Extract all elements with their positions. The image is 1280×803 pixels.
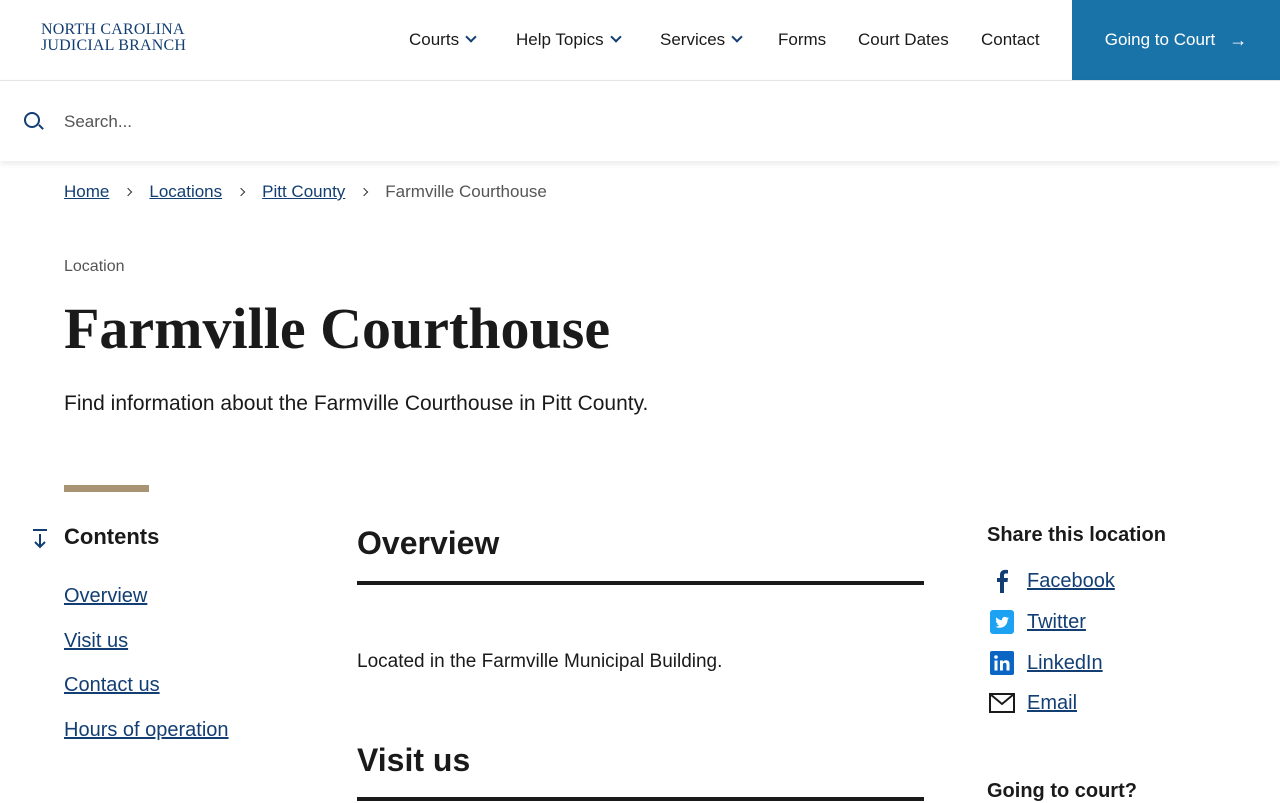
arrow-right-icon: →: [1229, 29, 1248, 50]
nav-services-label: Services: [660, 30, 726, 49]
breadcrumb-locations[interactable]: Locations: [149, 182, 222, 202]
nav-court-dates[interactable]: Court Dates: [858, 30, 949, 50]
site-logo[interactable]: NORTH CAROLINA JUDICIAL BRANCH: [41, 22, 186, 54]
chevron-down-icon: [731, 31, 743, 43]
toc-link-overview[interactable]: Overview: [64, 585, 147, 608]
email-icon: [987, 690, 1017, 716]
share-linkedin[interactable]: LinkedIn: [987, 650, 1103, 676]
search-icon[interactable]: [24, 112, 40, 128]
chevron-right-icon: [360, 187, 369, 197]
page-eyebrow: Location: [64, 258, 125, 275]
page-title: Farmville Courthouse: [64, 296, 611, 361]
toc-link-hours[interactable]: Hours of operation: [64, 719, 229, 742]
overview-text: Located in the Farmville Municipal Build…: [357, 651, 723, 672]
nav-courts-label: Courts: [409, 30, 460, 49]
nav-forms[interactable]: Forms: [778, 30, 826, 50]
facebook-icon: [987, 568, 1017, 594]
chevron-right-icon: [124, 187, 133, 197]
share-twitter[interactable]: Twitter: [987, 609, 1086, 635]
page-lede: Find information about the Farmville Cou…: [64, 392, 649, 415]
toc-link-visit-us[interactable]: Visit us: [64, 630, 128, 653]
contents-title: Contents: [64, 524, 160, 549]
share-twitter-link[interactable]: Twitter: [1027, 611, 1086, 634]
section-divider: [357, 581, 924, 585]
share-linkedin-link[interactable]: LinkedIn: [1027, 652, 1103, 675]
nav-courts[interactable]: Courts: [409, 30, 477, 50]
nav-help-topics[interactable]: Help Topics: [516, 30, 622, 50]
accent-divider: [64, 485, 149, 492]
overview-heading: Overview: [357, 525, 500, 561]
share-facebook[interactable]: Facebook: [987, 568, 1115, 594]
share-email[interactable]: Email: [987, 690, 1077, 716]
share-facebook-link[interactable]: Facebook: [1027, 570, 1115, 593]
search-bar: [0, 80, 1280, 161]
going-to-court-label: Going to Court: [1104, 30, 1216, 49]
breadcrumb: Home Locations Pitt County Farmville Cou…: [64, 182, 547, 202]
section-divider: [357, 797, 924, 801]
going-to-court-button[interactable]: Going to Court →: [1072, 0, 1280, 80]
toc-link-contact-us[interactable]: Contact us: [64, 674, 160, 697]
breadcrumb-home[interactable]: Home: [64, 182, 109, 202]
arrow-down-to-line-icon[interactable]: [32, 529, 48, 549]
twitter-icon: [987, 609, 1017, 635]
logo-line-2: JUDICIAL BRANCH: [41, 37, 187, 54]
share-title: Share this location: [987, 524, 1166, 546]
share-email-link[interactable]: Email: [1027, 692, 1077, 715]
site-header: NORTH CAROLINA JUDICIAL BRANCH Courts He…: [0, 0, 1280, 80]
nav-services[interactable]: Services: [660, 30, 743, 50]
breadcrumb-current: Farmville Courthouse: [385, 182, 547, 201]
nav-help-topics-label: Help Topics: [516, 30, 604, 49]
linkedin-icon: [987, 650, 1017, 676]
search-input[interactable]: [56, 107, 972, 137]
chevron-down-icon: [609, 31, 622, 43]
visit-us-heading: Visit us: [357, 742, 471, 778]
chevron-right-icon: [236, 187, 246, 197]
breadcrumb-pitt-county[interactable]: Pitt County: [262, 182, 345, 202]
logo-line-1: NORTH CAROLINA: [41, 21, 185, 38]
nav-contact[interactable]: Contact: [981, 30, 1040, 50]
chevron-down-icon: [465, 31, 477, 43]
